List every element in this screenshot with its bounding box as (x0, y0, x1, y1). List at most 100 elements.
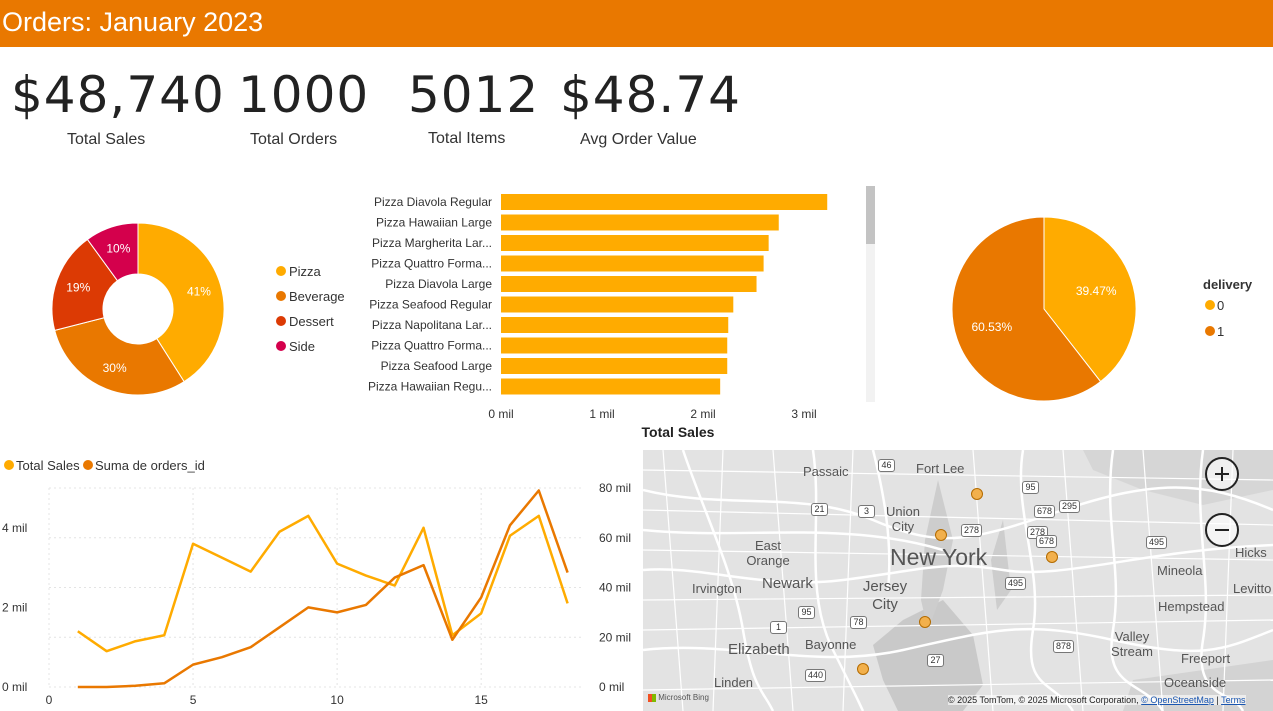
bar-x-tick-2: 2 mil (690, 407, 715, 421)
map-place-linden: Linden (714, 675, 754, 690)
bar-label-5: Pizza Diavola Large (385, 277, 492, 291)
bar-4[interactable] (501, 255, 764, 272)
road-shield-95: 95 (798, 606, 815, 619)
map-place-union-city: Union City (886, 504, 920, 534)
map-place-new-york: New York (890, 544, 988, 570)
bar-8[interactable] (501, 337, 728, 354)
map-place-freeport: Freeport (1181, 651, 1231, 666)
line-y-left-tick-2: 4 mil (2, 521, 27, 535)
road-shield-95: 95 (1022, 481, 1039, 494)
legend-marker-dessert (276, 316, 286, 326)
page-title: Orders: January 2023 (2, 7, 264, 37)
pie-label-delivery-0: 39.47% (1076, 284, 1117, 298)
map-place-hempstead: Hempstead (1158, 599, 1225, 614)
map-place-fort-lee: Fort Lee (916, 461, 965, 476)
legend-label-side[interactable]: Side (289, 339, 315, 354)
donut-label-side: 10% (106, 242, 130, 256)
line-legend-marker-1 (4, 460, 14, 470)
kpi-total-sales-label: Total Sales (67, 131, 146, 148)
road-shield-495: 495 (1146, 536, 1168, 549)
legend-label-delivery-0[interactable]: 0 (1217, 298, 1224, 313)
bar-5[interactable] (501, 276, 757, 292)
map-place-irvington: Irvington (692, 581, 742, 596)
bar-1[interactable] (501, 194, 828, 210)
road-shield-46: 46 (878, 459, 895, 472)
openstreetmap-link[interactable]: © OpenStreetMap (1141, 695, 1214, 705)
orders-map[interactable]: Passaic Fort Lee Union City New York Eas… (643, 450, 1273, 711)
bar-label-7: Pizza Napolitana Lar... (372, 318, 492, 332)
bar-scrollbar-thumb[interactable] (866, 186, 875, 244)
kpi-total-sales-value: $48,740 (11, 66, 225, 124)
line-y-right-tick-0: 0 mil (599, 680, 624, 694)
map-place-bayonne: Bayonne (805, 637, 857, 652)
terms-link[interactable]: Terms (1221, 695, 1246, 705)
map-place-elizabeth: Elizabeth (728, 641, 790, 658)
road-shield-21: 21 (811, 503, 828, 516)
donut-slice-beverage[interactable] (54, 317, 185, 396)
line-x-tick-0: 0 (46, 693, 53, 707)
bar-6[interactable] (501, 296, 734, 313)
line-y-right-tick-3: 60 mil (599, 531, 631, 545)
line-legend-label-1[interactable]: Total Sales (16, 458, 80, 473)
road-shield-278: 278 (961, 524, 983, 537)
road-shield-495: 495 (1005, 577, 1027, 590)
bar-10[interactable] (501, 378, 721, 395)
bar-x-tick-1: 1 mil (589, 407, 614, 421)
bar-label-9: Pizza Seafood Large (381, 359, 493, 373)
road-shield-295: 295 (1059, 500, 1081, 513)
line-series-suma-de-orders-id[interactable] (77, 489, 569, 689)
map-place-passaic: Passaic (803, 464, 849, 479)
road-shield-78: 78 (850, 616, 867, 629)
road-shield-878: 878 (1053, 640, 1075, 653)
map-place-east-orange: East Orange (746, 538, 790, 568)
daily-line-chart: Total Sales Suma de orders_id 0 mil 2 mil 4 … (2, 458, 631, 707)
line-y-left-tick-0: 0 mil (2, 680, 27, 694)
bar-9[interactable] (501, 358, 728, 374)
kpi-avg-order-label: Avg Order Value (580, 131, 697, 148)
legend-label-dessert[interactable]: Dessert (289, 314, 334, 329)
delivery-pie-chart: 39.47% 60.53% (951, 216, 1137, 402)
kpi-avg-order-value: $48.74 (560, 66, 741, 124)
bar-3[interactable] (501, 235, 769, 251)
legend-marker-side (276, 341, 286, 351)
zoom-in-button[interactable] (1205, 457, 1239, 491)
bar-label-4: Pizza Quattro Forma... (371, 257, 492, 271)
kpi-total-orders-value: 1000 (238, 66, 370, 124)
bar-x-tick-0: 0 mil (488, 407, 513, 421)
line-legend-label-2[interactable]: Suma de orders_id (95, 458, 205, 473)
delivery-legend-title: delivery (1203, 277, 1253, 292)
road-shield-678: 678 (1036, 535, 1058, 548)
bing-logo-icon (648, 693, 656, 702)
road-shield-1: 1 (770, 621, 787, 634)
bar-7[interactable] (501, 317, 729, 333)
road-shield-678: 678 (1034, 505, 1056, 518)
legend-marker-beverage (276, 291, 286, 301)
kpi-total-orders-label: Total Orders (250, 131, 338, 148)
zoom-out-button[interactable] (1205, 513, 1239, 547)
donut-label-pizza: 41% (187, 284, 211, 298)
line-x-tick-2: 10 (330, 693, 344, 707)
legend-label-pizza[interactable]: Pizza (289, 264, 321, 279)
bar-label-1: Pizza Diavola Regular (374, 195, 492, 209)
donut-label-dessert: 19% (66, 280, 90, 294)
map-place-mineola: Mineola (1157, 563, 1203, 578)
legend-label-beverage[interactable]: Beverage (289, 289, 345, 304)
legend-marker-delivery-0 (1205, 300, 1215, 310)
map-place-hicks: Hicks (1235, 545, 1267, 560)
bar-x-tick-3: 3 mil (791, 407, 816, 421)
category-donut-chart: 41% 30% 19% 10% (51, 222, 225, 396)
line-series-total-sales[interactable] (77, 514, 569, 653)
pizza-sales-bar-chart: Pizza Diavola Regular Pizza Hawaiian Larg… (368, 194, 828, 440)
map-place-levitto: Levitto (1233, 581, 1272, 596)
line-y-right-tick-4: 80 mil (599, 481, 631, 495)
legend-label-delivery-1[interactable]: 1 (1217, 324, 1224, 339)
line-legend-marker-2 (83, 460, 93, 470)
bar-label-8: Pizza Quattro Forma... (371, 339, 492, 353)
bar-label-2: Pizza Hawaiian Large (376, 216, 492, 230)
bar-2[interactable] (501, 214, 779, 231)
pie-label-delivery-1: 60.53% (971, 320, 1012, 334)
road-shield-27: 27 (927, 654, 944, 667)
kpi-total-items-value: 5012 (408, 66, 540, 124)
bar-label-10: Pizza Hawaiian Regu... (368, 380, 492, 394)
line-y-right-tick-1: 20 mil (599, 630, 631, 644)
